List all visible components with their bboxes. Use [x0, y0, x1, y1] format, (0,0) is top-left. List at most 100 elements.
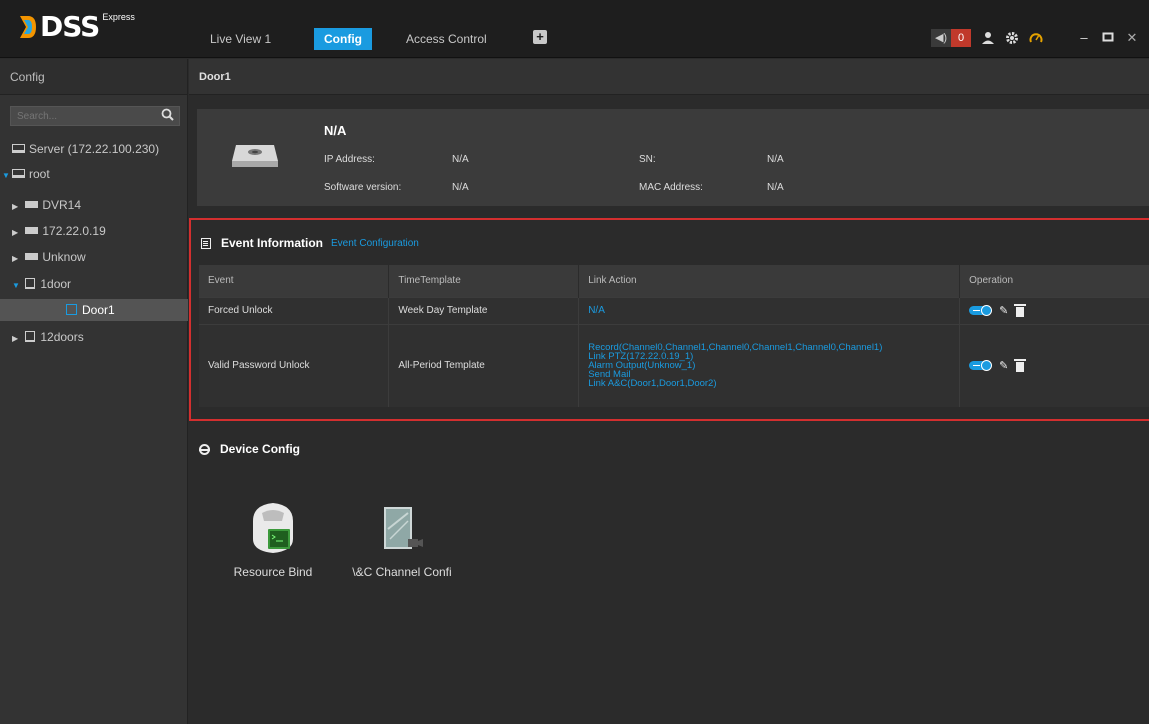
system-controls: ◀) 0 – ✕ — [931, 28, 1139, 48]
tree-item-label: 1door — [40, 277, 72, 291]
column-header-operation: Operation — [959, 265, 1149, 297]
event-cell: Forced Unlock — [199, 296, 390, 324]
tree-item-12doors[interactable]: ▶ 12doors — [0, 326, 188, 348]
tab-access-control[interactable]: Access Control — [396, 28, 497, 50]
edit-icon[interactable]: ✎ — [999, 304, 1008, 317]
title-bar: DSS Express Live View 1 Config Access Co… — [0, 0, 1149, 58]
server-icon — [12, 144, 25, 154]
gear-icon[interactable] — [1005, 31, 1019, 45]
collapsed-arrow-icon[interactable]: ▶ — [12, 222, 22, 244]
event-information-section: Event Information Event Configuration Ev… — [189, 218, 1149, 421]
operation-cell: ✎ — [959, 323, 1149, 407]
delete-icon[interactable] — [1014, 358, 1027, 372]
column-header-event: Event — [199, 265, 390, 297]
dvr-icon — [25, 201, 39, 209]
device-config-icon — [199, 443, 210, 455]
device-config-title: Device Config — [220, 442, 301, 456]
tree-item-label: 12doors — [40, 330, 84, 344]
tree-item-dvr14[interactable]: ▶ DVR14 — [0, 194, 188, 216]
alarm-count-badge: 0 — [951, 29, 971, 47]
search-icon[interactable] — [161, 108, 174, 124]
event-table: Event TimeTemplate Link Action Operation… — [199, 265, 1149, 407]
expanded-arrow-icon[interactable]: ▼ — [12, 275, 22, 297]
door-channel-icon — [66, 304, 77, 316]
tree-item-label: Unknow — [42, 250, 86, 264]
expanded-arrow-icon[interactable]: ▼ — [2, 165, 12, 187]
delete-icon[interactable] — [1014, 303, 1027, 317]
software-version-label: Software version: — [324, 182, 402, 193]
event-section-title: Event Information — [221, 236, 324, 250]
device-name: N/A — [324, 123, 347, 138]
column-header-link-action: Link Action — [578, 265, 961, 297]
close-icon[interactable]: ✕ — [1125, 31, 1139, 45]
edit-icon[interactable]: ✎ — [999, 359, 1008, 372]
tree-item-unknow[interactable]: ▶ Unknow — [0, 246, 188, 268]
table-row: Forced Unlock Week Day Template N/A ✎ — [199, 296, 1149, 324]
sn-label: SN: — [639, 154, 656, 165]
resource-bind-tile[interactable]: Resource Bind — [225, 499, 321, 589]
performance-gauge-icon[interactable] — [1029, 31, 1043, 45]
search-input[interactable] — [11, 107, 151, 125]
ip-label: IP Address: — [324, 154, 375, 165]
alarm-indicator[interactable]: ◀) 0 — [931, 29, 971, 47]
enable-toggle[interactable] — [969, 305, 993, 316]
dvr-icon — [25, 227, 39, 235]
config-sidebar: Config Server (172.22.100.230) ▼ root ▶ D… — [0, 59, 188, 724]
event-configuration-link[interactable]: Event Configuration — [331, 238, 419, 249]
maximize-icon[interactable] — [1101, 31, 1115, 45]
tree-item-label: DVR14 — [42, 198, 82, 212]
event-section-header: Event Information Event Configuration — [201, 236, 419, 250]
sidebar-title: Config — [0, 59, 187, 95]
collapsed-arrow-icon[interactable]: ▶ — [12, 196, 22, 218]
tree-item-door1[interactable]: Door1 — [0, 299, 188, 321]
mac-value: N/A — [767, 182, 784, 193]
speaker-icon[interactable]: ◀) — [931, 29, 951, 47]
access-controller-icon — [25, 278, 36, 290]
ac-channel-config-tile[interactable]: \&C Channel Confi — [347, 499, 457, 589]
tab-live-view[interactable]: Live View 1 — [200, 28, 281, 50]
table-header-row: Event TimeTemplate Link Action Operation — [199, 265, 1149, 297]
link-action-cell: N/A — [578, 296, 961, 324]
link-action-cell: Record(Channel0,Channel1,Channel0,Channe… — [578, 323, 961, 407]
link-action-link[interactable]: Alarm Output(Unknow_1) — [588, 361, 959, 371]
device-info-card: N/A IP Address: N/A SN: N/A Software ver… — [197, 109, 1149, 206]
app-brand: DSS — [40, 10, 100, 43]
software-version-value: N/A — [452, 182, 469, 193]
tree-item-server[interactable]: Server (172.22.100.230) — [0, 138, 188, 160]
document-icon — [201, 237, 211, 249]
link-action-link[interactable]: N/A — [588, 305, 605, 316]
sn-value: N/A — [767, 154, 784, 165]
dvr-icon — [25, 253, 39, 261]
device-image-icon — [232, 145, 278, 167]
collapsed-arrow-icon[interactable]: ▶ — [12, 248, 22, 270]
logo-mark-icon — [20, 16, 36, 38]
access-controller-icon — [25, 331, 36, 343]
operation-cell: ✎ — [959, 296, 1149, 324]
tab-config[interactable]: Config — [314, 28, 372, 50]
tree-item-1door[interactable]: ▼ 1door — [0, 273, 188, 295]
event-cell: Valid Password Unlock — [199, 323, 390, 407]
breadcrumb: Door1 — [189, 59, 1149, 95]
tree-item-172-22-0-19[interactable]: ▶ 172.22.0.19 — [0, 220, 188, 242]
tree-item-root[interactable]: ▼ root — [0, 163, 188, 185]
collapsed-arrow-icon[interactable]: ▶ — [12, 328, 22, 350]
link-action-link[interactable]: Link A&C(Door1,Door1,Door2) — [588, 379, 959, 389]
resource-bind-label: Resource Bind — [233, 565, 313, 579]
time-template-cell: All-Period Template — [388, 323, 580, 407]
enable-toggle[interactable] — [969, 360, 993, 372]
table-row: Valid Password Unlock All-Period Templat… — [199, 323, 1149, 407]
column-header-time-template: TimeTemplate — [388, 265, 580, 297]
tree-item-label: 172.22.0.19 — [42, 224, 106, 238]
ac-channel-config-label: \&C Channel Confi — [352, 565, 452, 579]
mac-label: MAC Address: — [639, 182, 703, 193]
main-panel: Door1 N/A IP Address: N/A SN: N/A Softwa… — [189, 59, 1149, 724]
tree-item-label: root — [29, 167, 50, 181]
ip-value: N/A — [452, 154, 469, 165]
add-tab-icon[interactable]: + — [533, 30, 547, 44]
ac-channel-config-icon — [384, 507, 423, 549]
app-brand-edition: Express — [102, 12, 135, 22]
minimize-icon[interactable]: – — [1077, 31, 1091, 45]
time-template-cell: Week Day Template — [388, 296, 580, 324]
user-icon[interactable] — [981, 31, 995, 45]
app-logo: DSS Express — [18, 10, 135, 44]
